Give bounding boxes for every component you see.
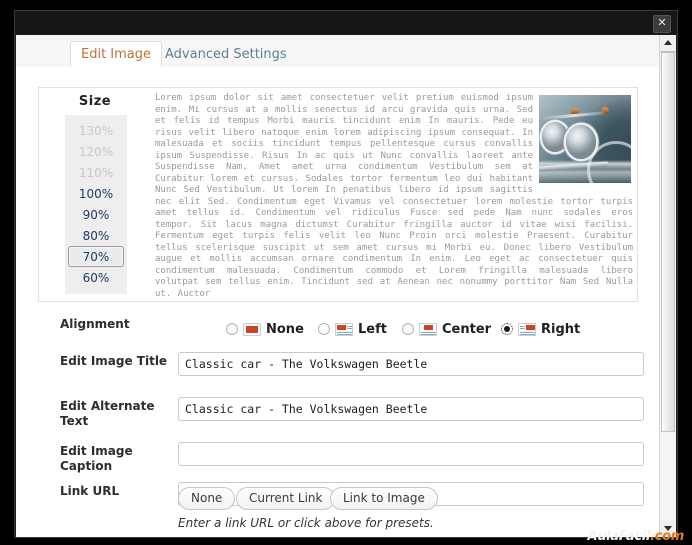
link-preset-link-to-image-button[interactable]: Link to Image [330, 487, 438, 510]
tab-advanced-settings[interactable]: Advanced Settings [154, 41, 298, 67]
size-heading: Size [78, 94, 112, 109]
headlight-left-icon [542, 122, 568, 152]
alignment-option-none-label: None [266, 321, 304, 337]
image-preview-panel: Size 130% 120% 110% 100% 90% 80% 70% 60% [38, 87, 638, 302]
size-option-130: 130% [78, 124, 114, 138]
content-pane: Edit Image Advanced Settings Size 130% 1… [16, 35, 660, 537]
radio-none[interactable] [226, 323, 238, 335]
size-option-60[interactable]: 60% [68, 267, 124, 288]
image-title-label: Edit Image Title [60, 354, 168, 368]
vertical-scrollbar[interactable] [659, 35, 676, 537]
title-bar: ✕ [15, 11, 677, 34]
image-title-input[interactable] [178, 352, 644, 376]
align-right-icon [518, 322, 536, 336]
watermark: AulaFacil.com [587, 529, 684, 544]
modal-window: ✕ Edit Image Advanced Settings Size 130%… [0, 0, 692, 545]
image-caption-label: Edit Image Caption [60, 444, 133, 473]
link-preset-current-link-button[interactable]: Current Link [236, 487, 336, 510]
watermark-tld: .com [650, 529, 684, 544]
align-center-icon [419, 322, 437, 336]
alignment-option-left-label: Left [358, 321, 387, 337]
link-preset-none-button[interactable]: None [178, 487, 236, 510]
scrollbar-thumb[interactable] [661, 52, 675, 432]
alignment-row: Alignment None Left Center Right [16, 317, 660, 347]
alternate-text-input[interactable] [178, 397, 644, 421]
alignment-radio-group: None Left Center Right [226, 319, 626, 341]
watermark-name: AulaFacil [587, 529, 651, 544]
tab-edit-image[interactable]: Edit Image [70, 41, 163, 67]
size-option-90[interactable]: 90% [68, 204, 124, 225]
form-scroll-area: Size 130% 120% 110% 100% 90% 80% 70% 60% [16, 67, 660, 537]
alignment-label: Alignment [60, 317, 130, 331]
size-option-110: 110% [78, 166, 114, 180]
alignment-option-right-label: Right [541, 321, 581, 337]
radio-center[interactable] [402, 323, 414, 335]
size-option-120: 120% [78, 145, 114, 159]
alignment-option-center-label: Center [442, 321, 492, 337]
link-url-hint: Enter a link URL or click above for pres… [178, 516, 434, 530]
image-caption-row: Edit Image Caption [16, 442, 660, 480]
alignment-option-right[interactable]: Right [501, 319, 580, 339]
window-frame: ✕ Edit Image Advanced Settings Size 130%… [14, 10, 678, 538]
close-icon[interactable]: ✕ [653, 15, 671, 33]
align-left-icon [335, 322, 353, 336]
preview-thumbnail[interactable] [539, 95, 631, 183]
alternate-text-row: Edit Alternate Text [16, 397, 660, 435]
alignment-option-none[interactable]: None [226, 319, 304, 339]
tab-bar: Edit Image Advanced Settings [16, 35, 660, 68]
size-option-100[interactable]: 100% [68, 183, 124, 204]
size-option-70[interactable]: 70% [68, 246, 124, 267]
preview-article: Lorem ipsum dolor sit amet consectetuer … [155, 93, 637, 298]
alignment-option-left[interactable]: Left [318, 319, 387, 339]
radio-right[interactable] [501, 323, 513, 335]
link-url-label: Link URL [60, 484, 120, 498]
scroll-up-arrow-icon[interactable] [660, 35, 676, 52]
image-caption-input[interactable] [178, 442, 644, 466]
alternate-text-label: Edit Alternate Text [60, 399, 155, 428]
align-none-icon [243, 322, 261, 336]
volkswagen-beetle-photo [539, 95, 631, 183]
scrollbar-track[interactable] [660, 52, 676, 521]
size-option-80[interactable]: 80% [68, 225, 124, 246]
radio-left[interactable] [318, 323, 330, 335]
alignment-option-center[interactable]: Center [402, 319, 491, 339]
size-option-list: 130% 120% 110% 100% 90% 80% 70% 60% [65, 115, 127, 294]
size-selector: Size 130% 120% 110% 100% 90% 80% 70% 60% [39, 88, 151, 301]
image-title-row: Edit Image Title [16, 352, 660, 390]
